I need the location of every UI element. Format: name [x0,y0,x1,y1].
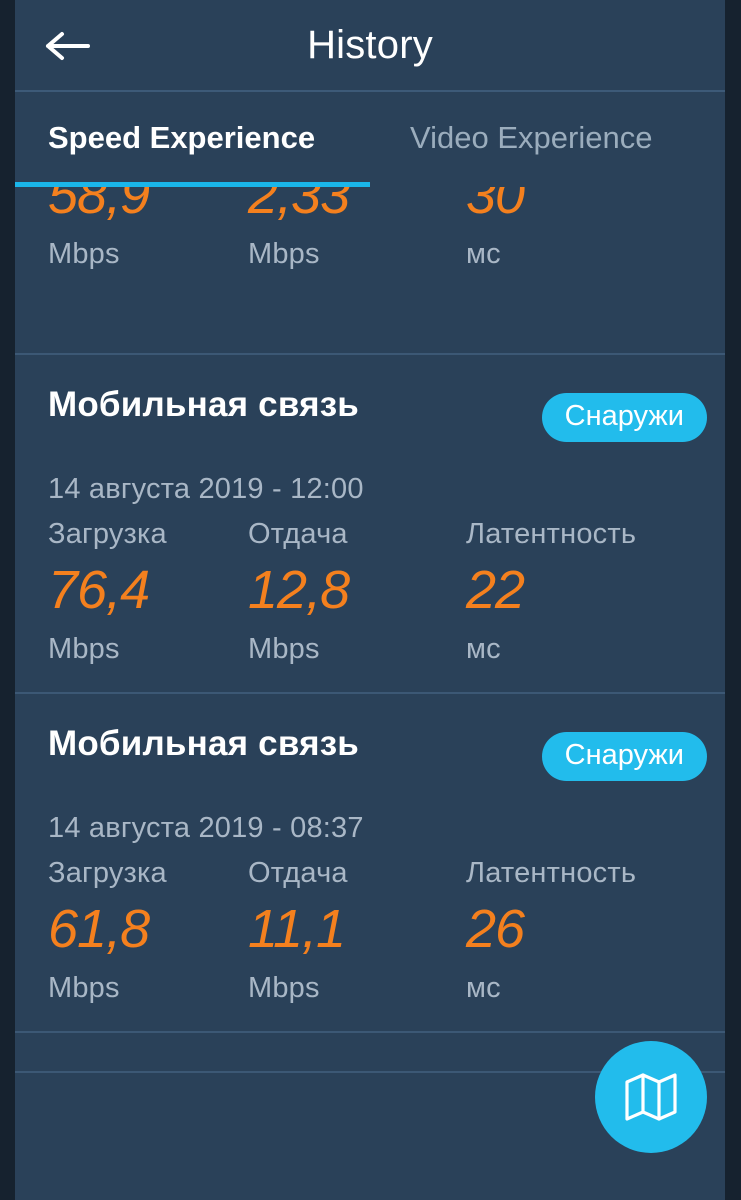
metric-unit: Mbps [48,238,120,270]
metric-unit: мс [466,238,501,270]
status-badge[interactable]: Снаружи [541,732,707,781]
metrics-row: Загрузка 76,4 Mbps Отдача 12,8 Mbps Лате… [48,520,725,692]
metric-download: Загрузка 58,9 Mbps [48,187,167,269]
metric-label: Загрузка [48,857,167,889]
metric-value: 58,9 [48,187,150,225]
app-header: History [15,0,725,92]
metric-unit: мс [466,972,501,1004]
history-card[interactable]: Загрузка 58,9 Mbps Отдача 2,33 Mbps Лате… [15,187,725,355]
metric-value: 76,4 [48,560,150,620]
metric-label: Отдача [248,518,348,550]
metric-value: 22 [466,560,525,620]
map-button[interactable] [595,1041,707,1153]
page-title: History [307,23,433,67]
metric-upload: Отдача 2,33 Mbps [248,187,350,270]
card-timestamp: 14 августа 2019 - 08:37 [48,812,364,844]
app-screen: History Speed Experience Video Experienc… [15,0,725,1200]
tab-bar: Speed Experience Video Experience [15,92,725,187]
metric-unit: Mbps [248,238,320,270]
phone-frame: History Speed Experience Video Experienc… [0,0,741,1200]
history-card[interactable]: Мобильная связь Снаружи 14 августа 2019 … [15,694,725,1033]
metric-latency: Латентность 30 мс [466,187,636,269]
tab-video-experience[interactable]: Video Experience [410,92,652,187]
card-timestamp: 14 августа 2019 - 12:00 [48,473,364,505]
map-icon [624,1071,678,1123]
metric-unit: Mbps [48,633,120,665]
metric-unit: Mbps [248,972,320,1004]
metric-unit: мс [466,633,501,665]
card-title: Мобильная связь [48,724,360,763]
tab-speed-experience[interactable]: Speed Experience [48,92,315,187]
metric-label: Латентность [466,857,637,889]
metric-value: 11,1 [248,899,346,959]
metric-latency: Латентность 22 мс [466,520,636,664]
metric-value: 26 [466,899,525,959]
card-header: Мобильная связь Снаружи [48,694,725,812]
metric-value: 2,33 [248,187,350,225]
card-title: Мобильная связь [48,385,360,424]
status-badge[interactable]: Снаружи [541,393,707,442]
metric-label: Загрузка [48,518,167,550]
metric-upload: Отдача 11,1 Mbps [248,859,348,1003]
history-card[interactable]: Мобильная связь Снаружи 14 августа 2019 … [15,355,725,694]
metric-label: Латентность [466,518,637,550]
metric-unit: Mbps [248,633,320,665]
history-list: Загрузка 58,9 Mbps Отдача 2,33 Mbps Лате… [15,187,725,1073]
metric-value: 30 [466,187,525,225]
metric-label: Отдача [248,857,348,889]
metric-download: Загрузка 61,8 Mbps [48,859,167,1003]
card-header: Мобильная связь Снаружи [48,355,725,473]
metric-value: 12,8 [248,560,350,620]
metric-download: Загрузка 76,4 Mbps [48,520,167,664]
metric-upload: Отдача 12,8 Mbps [248,518,350,665]
metrics-row: Загрузка 61,8 Mbps Отдача 11,1 Mbps Лате… [48,859,725,1031]
metric-latency: Латентность 26 мс [466,859,636,1003]
metric-value: 61,8 [48,899,150,959]
metric-unit: Mbps [48,972,120,1004]
metrics-row: Загрузка 58,9 Mbps Отдача 2,33 Mbps Лате… [48,187,725,297]
